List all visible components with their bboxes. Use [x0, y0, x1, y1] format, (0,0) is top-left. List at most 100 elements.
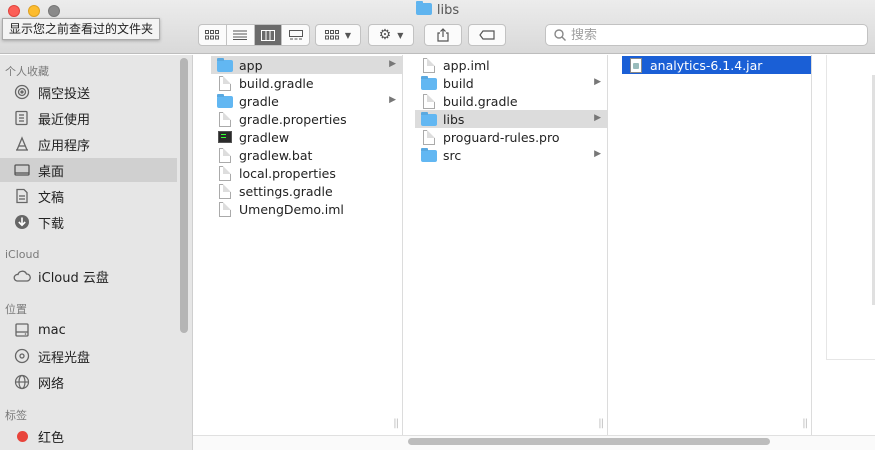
title-bar: libs 显示您之前查看过的文件夹 ▼ ⚙ ▼	[0, 0, 875, 54]
icon-view-button[interactable]	[199, 25, 227, 45]
sidebar-item-label: 桌面	[38, 164, 65, 180]
network-icon	[13, 373, 31, 391]
icloud-icon	[13, 267, 31, 285]
list-item-app[interactable]: app ▶	[211, 56, 402, 74]
column-2: app.iml build ▶ build.gradle libs ▶ prog…	[415, 55, 608, 435]
chevron-down-icon: ▼	[344, 30, 352, 40]
list-item-local-properties[interactable]: local.properties	[211, 164, 402, 182]
jar-file-icon	[628, 57, 644, 73]
item-name: build.gradle	[239, 75, 314, 91]
sidebar-item-tag-red[interactable]: 红色	[0, 424, 177, 448]
list-item-build[interactable]: build ▶	[415, 74, 607, 92]
list-item-proguard-rules[interactable]: proguard-rules.pro	[415, 128, 607, 146]
item-name: gradle.properties	[239, 111, 347, 127]
gallery-view-button[interactable]	[282, 25, 309, 45]
item-name: gradle	[239, 93, 279, 109]
sidebar-item-icloud-drive[interactable]: iCloud 云盘	[0, 264, 177, 288]
sidebar-item-label: 远程光盘	[38, 350, 91, 366]
sidebar-item-mac[interactable]: mac	[0, 318, 177, 342]
sidebar-item-applications[interactable]: 应用程序	[0, 132, 177, 156]
folder-icon	[421, 147, 437, 163]
chevron-right-icon: ▶	[594, 77, 601, 87]
chevron-right-icon: ▶	[594, 149, 601, 159]
item-name: src	[443, 147, 462, 163]
sidebar-item-label: mac	[38, 322, 66, 338]
list-item-libs[interactable]: libs ▶	[415, 110, 607, 128]
item-name: libs	[443, 111, 465, 127]
item-name: gradlew	[239, 129, 290, 145]
column-resize-handle[interactable]: ||	[802, 418, 808, 429]
sidebar-item-network[interactable]: 网络	[0, 370, 177, 394]
item-name: build.gradle	[443, 93, 518, 109]
gallery-icon	[288, 29, 303, 39]
group-by-button[interactable]: ▼	[315, 24, 361, 46]
list-item-gradlew[interactable]: gradlew	[211, 128, 402, 146]
sidebar-scrollbar[interactable]	[180, 58, 188, 333]
downloads-icon	[13, 213, 31, 231]
document-icon	[421, 129, 437, 145]
chevron-right-icon: ▶	[389, 95, 396, 105]
window-title: libs	[0, 1, 875, 18]
document-icon	[217, 111, 233, 127]
sidebar-item-airdrop[interactable]: 隔空投送	[0, 80, 177, 104]
list-item-analytics-jar[interactable]: analytics-6.1.4.jar	[622, 56, 811, 74]
search-field[interactable]	[545, 24, 868, 46]
document-icon	[421, 93, 437, 109]
tags-button[interactable]	[468, 24, 506, 46]
terminal-icon	[217, 129, 233, 145]
column-view-button[interactable]	[254, 25, 283, 45]
document-icon	[217, 165, 233, 181]
sidebar-item-recents[interactable]: 最近使用	[0, 106, 177, 130]
list-item-umengdemo-iml[interactable]: UmengDemo.iml	[211, 200, 402, 218]
sidebar-item-label: 下载	[38, 216, 65, 232]
back-tooltip: 显示您之前查看过的文件夹	[2, 18, 161, 40]
list-item-settings-gradle[interactable]: settings.gradle	[211, 182, 402, 200]
horizontal-scrollbar[interactable]	[408, 438, 770, 445]
search-input[interactable]	[571, 27, 851, 43]
sidebar-item-label: 最近使用	[38, 112, 91, 128]
list-item-app-iml[interactable]: app.iml	[415, 56, 607, 74]
columns-icon	[260, 29, 275, 41]
sidebar-item-downloads[interactable]: 下载	[0, 210, 177, 234]
sidebar-item-desktop[interactable]: 桌面	[0, 158, 177, 182]
list-item-gradle-properties[interactable]: gradle.properties	[211, 110, 402, 128]
list-item-gradlew-bat[interactable]: gradlew.bat	[211, 146, 402, 164]
action-menu-button[interactable]: ⚙ ▼	[368, 24, 414, 46]
sidebar-item-remote-disc[interactable]: 远程光盘	[0, 344, 177, 368]
item-name: gradlew.bat	[239, 147, 313, 163]
list-item-build-gradle[interactable]: build.gradle	[211, 74, 402, 92]
chevron-right-icon: ▶	[594, 113, 601, 123]
document-icon	[217, 147, 233, 163]
group-grid-icon	[324, 30, 339, 40]
list-item-gradle[interactable]: gradle ▶	[211, 92, 402, 110]
list-item-build-gradle[interactable]: build.gradle	[415, 92, 607, 110]
sidebar-item-label: iCloud 云盘	[38, 270, 109, 286]
item-name: UmengDemo.iml	[239, 201, 344, 217]
document-icon	[217, 201, 233, 217]
folder-icon	[217, 57, 233, 73]
gear-icon: ⚙	[378, 27, 392, 43]
view-mode-segmented-control	[198, 24, 310, 46]
window-title-text: libs	[436, 3, 460, 18]
column-resize-handle[interactable]: ||	[598, 418, 604, 429]
list-item-src[interactable]: src ▶	[415, 146, 607, 164]
sidebar-item-label: 应用程序	[38, 138, 91, 154]
document-icon	[421, 57, 437, 73]
sidebar-item-label: 网络	[38, 376, 65, 392]
remote-disc-icon	[13, 347, 31, 365]
item-name: settings.gradle	[239, 183, 333, 199]
sidebar-item-documents[interactable]: 文稿	[0, 184, 177, 208]
sidebar-item-label: 红色	[38, 430, 65, 446]
share-button[interactable]	[424, 24, 462, 46]
sidebar-section-tags: 标签	[5, 409, 27, 422]
column-resize-handle[interactable]: ||	[393, 418, 399, 429]
item-name: app.iml	[443, 57, 490, 73]
list-view-button[interactable]	[227, 25, 255, 45]
sidebar: 个人收藏 隔空投送 最近使用 应用程序 桌面 文稿 下载 iCloud iClo…	[0, 55, 193, 450]
applications-icon	[13, 135, 31, 153]
hard-drive-icon	[13, 321, 31, 339]
documents-icon	[13, 187, 31, 205]
item-name: app	[239, 57, 263, 73]
tag-icon	[479, 30, 495, 40]
desktop-icon	[13, 161, 31, 179]
